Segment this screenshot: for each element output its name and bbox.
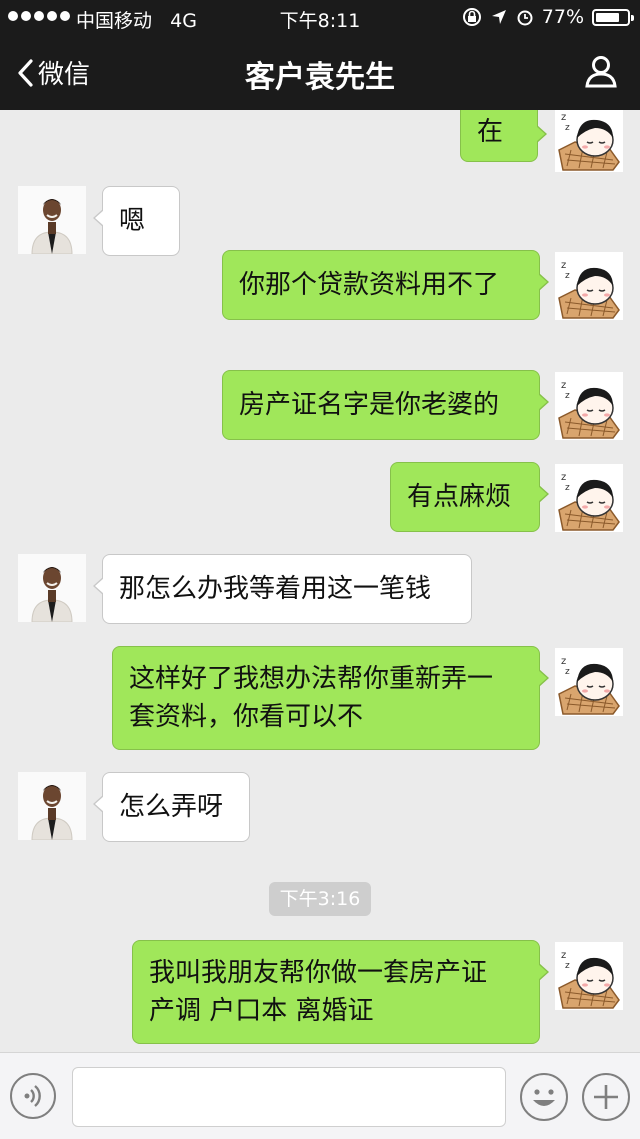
chat-area[interactable]: z z 在嗯 z z 你那个贷款资料用不了 z z 房产证名字是你老婆的 z z 有点麻烦 那怎么办我等… [0, 110, 640, 1052]
self-avatar[interactable]: zz [555, 464, 623, 532]
self-avatar[interactable]: zz [555, 648, 623, 716]
svg-text:z: z [561, 112, 566, 123]
self-avatar-image: zz [555, 110, 623, 172]
message-text: 有点麻烦 [407, 482, 512, 512]
svg-text:z: z [561, 380, 566, 391]
self-avatar-image: zz [555, 942, 623, 1010]
plus-icon [594, 1085, 618, 1109]
person-icon [585, 56, 617, 88]
message-text: 产调 户口本 离婚证 [149, 996, 374, 1026]
message-bubble[interactable]: 房产证名字是你老婆的 [222, 370, 549, 440]
message-bubble[interactable]: 在 [460, 110, 547, 162]
svg-text:z: z [565, 271, 570, 281]
svg-text:z: z [565, 667, 570, 677]
self-avatar[interactable]: zz [555, 252, 623, 320]
message-input[interactable] [72, 1067, 506, 1127]
voice-button[interactable] [10, 1073, 56, 1119]
svg-text:z: z [561, 472, 566, 483]
svg-text:z: z [561, 656, 566, 667]
message-bubble[interactable]: 有点麻烦 [390, 462, 549, 532]
more-button[interactable] [582, 1073, 630, 1121]
message-bubble[interactable]: 我叫我朋友帮你做一套房产证 产调 户口本 离婚证 [132, 940, 549, 1044]
alarm-clock-icon [517, 10, 533, 26]
battery-fill [596, 12, 619, 22]
status-bar: 中国移动 4G 下午8:11 77% [0, 0, 640, 36]
self-avatar[interactable]: zz [555, 942, 623, 1010]
message-text: 这样好了我想办法帮你重新弄一 [129, 664, 494, 694]
navigation-bar: 微信 客户袁先生 [0, 36, 640, 110]
message-bubble[interactable]: 怎么弄呀 [93, 772, 250, 842]
message-bubble[interactable]: 嗯 [93, 186, 180, 256]
battery-icon [592, 8, 634, 26]
contact-avatar-image [18, 186, 86, 254]
contact-avatar-image [18, 772, 86, 840]
contact-avatar-image [18, 554, 86, 622]
contact-avatar[interactable] [18, 554, 86, 622]
self-avatar-image: zz [555, 648, 623, 716]
self-avatar-image: zz [555, 464, 623, 532]
orientation-lock-icon [462, 8, 481, 26]
message-bubble[interactable]: 你那个贷款资料用不了 [222, 250, 549, 320]
svg-text:z: z [565, 961, 570, 971]
status-right: 77% [462, 6, 634, 28]
self-avatar-image: zz [555, 372, 623, 440]
contact-avatar[interactable] [18, 772, 86, 840]
svg-text:z: z [561, 260, 566, 271]
emoji-button[interactable] [520, 1073, 568, 1121]
message-text: 那怎么办我等着用这一笔钱 [119, 574, 432, 604]
message-text: 怎么弄呀 [119, 792, 224, 822]
message-text: 我叫我朋友帮你做一套房产证 [149, 958, 488, 988]
message-timestamp: 下午3:16 [269, 882, 371, 916]
svg-text:z: z [561, 950, 566, 961]
location-arrow-icon [491, 10, 506, 24]
voice-icon [24, 1085, 41, 1107]
input-bar [0, 1052, 640, 1139]
chat-info-button[interactable] [584, 54, 618, 92]
message-text: 你那个贷款资料用不了 [239, 270, 500, 300]
message-text: 在 [477, 117, 504, 147]
message-text: 套资料，你看可以不 [129, 702, 364, 732]
svg-text:z: z [565, 123, 570, 133]
svg-text:z: z [565, 391, 570, 401]
contact-avatar[interactable] [18, 186, 86, 254]
svg-text:z: z [565, 483, 570, 493]
message-text: 房产证名字是你老婆的 [239, 390, 500, 420]
message-bubble[interactable]: 那怎么办我等着用这一笔钱 [93, 554, 472, 624]
battery-percent: 77% [541, 6, 584, 28]
message-text: 嗯 [119, 206, 146, 236]
message-bubble[interactable]: 这样好了我想办法帮你重新弄一 套资料，你看可以不 [112, 646, 549, 750]
self-avatar-image: zz [555, 252, 623, 320]
emoji-icon [533, 1089, 555, 1106]
self-avatar[interactable]: zz [555, 372, 623, 440]
self-avatar[interactable]: zz [555, 110, 623, 172]
chat-title: 客户袁先生 [245, 60, 395, 95]
